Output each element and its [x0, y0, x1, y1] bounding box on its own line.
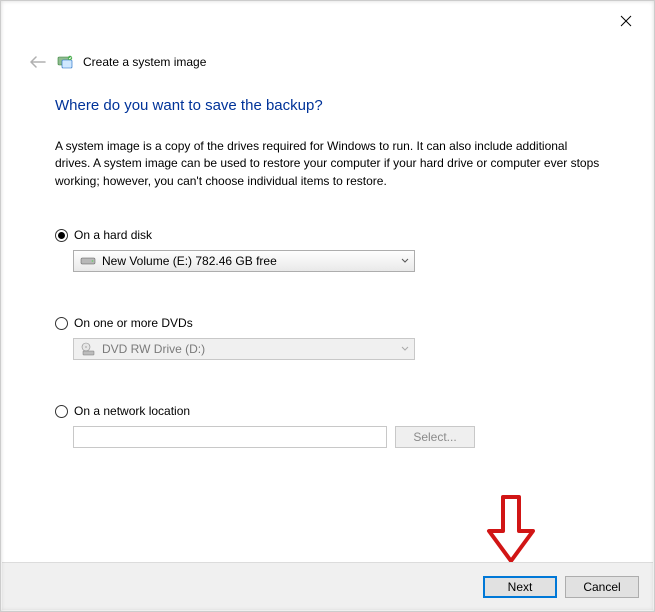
- option-hard-disk-row[interactable]: On a hard disk: [55, 228, 601, 242]
- window-title: Create a system image: [83, 55, 206, 69]
- select-network-button-label: Select...: [413, 430, 456, 444]
- system-image-icon: [57, 54, 73, 70]
- option-dvd-row[interactable]: On one or more DVDs: [55, 316, 601, 330]
- disc-drive-icon: [80, 342, 96, 356]
- dvd-drive-combo: DVD RW Drive (D:): [73, 338, 415, 360]
- back-button[interactable]: [29, 53, 47, 71]
- radio-dvd[interactable]: [55, 317, 68, 330]
- close-icon: [620, 15, 632, 27]
- close-button[interactable]: [606, 7, 646, 35]
- dvd-drive-value: DVD RW Drive (D:): [102, 342, 396, 356]
- hard-disk-drive-combo[interactable]: New Volume (E:) 782.46 GB free: [73, 250, 415, 272]
- option-hard-disk-label: On a hard disk: [74, 228, 152, 242]
- network-path-input: [73, 426, 387, 448]
- page-heading: Where do you want to save the backup?: [55, 97, 601, 114]
- next-button[interactable]: Next: [483, 576, 557, 598]
- cancel-button[interactable]: Cancel: [565, 576, 639, 598]
- page-description: A system image is a copy of the drives r…: [55, 138, 601, 190]
- annotation-arrow-icon: [481, 493, 541, 565]
- option-dvd: On one or more DVDs DVD RW Drive (D:): [55, 316, 601, 360]
- option-network-row[interactable]: On a network location: [55, 404, 601, 418]
- radio-hard-disk[interactable]: [55, 229, 68, 242]
- option-network-label: On a network location: [74, 404, 190, 418]
- option-dvd-label: On one or more DVDs: [74, 316, 193, 330]
- header: Create a system image: [29, 53, 206, 71]
- next-button-label: Next: [508, 580, 533, 594]
- cancel-button-label: Cancel: [583, 580, 620, 594]
- content-area: Where do you want to save the backup? A …: [55, 97, 601, 448]
- option-network: On a network location Select...: [55, 404, 601, 448]
- radio-network[interactable]: [55, 405, 68, 418]
- option-hard-disk: On a hard disk New Volume (E:) 782.46 GB…: [55, 228, 601, 272]
- hard-drive-icon: [80, 254, 96, 268]
- wizard-window: Create a system image Where do you want …: [0, 0, 655, 612]
- footer: Next Cancel: [2, 562, 653, 610]
- back-arrow-icon: [30, 56, 46, 68]
- chevron-down-icon: [396, 346, 414, 352]
- hard-disk-drive-value: New Volume (E:) 782.46 GB free: [102, 254, 396, 268]
- select-network-button: Select...: [395, 426, 475, 448]
- chevron-down-icon: [396, 258, 414, 264]
